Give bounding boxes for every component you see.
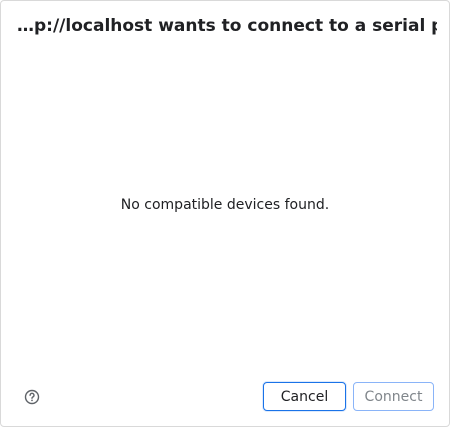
help-circle-icon: [24, 389, 40, 405]
empty-device-list-message: No compatible devices found.: [120, 197, 330, 213]
serial-port-permission-dialog: …p://localhost wants to connect to a ser…: [0, 0, 450, 427]
cancel-button[interactable]: Cancel: [263, 382, 346, 411]
connect-button[interactable]: Connect: [353, 382, 434, 411]
help-icon[interactable]: [24, 389, 40, 405]
dialog-title: …p://localhost wants to connect to a ser…: [17, 16, 437, 36]
